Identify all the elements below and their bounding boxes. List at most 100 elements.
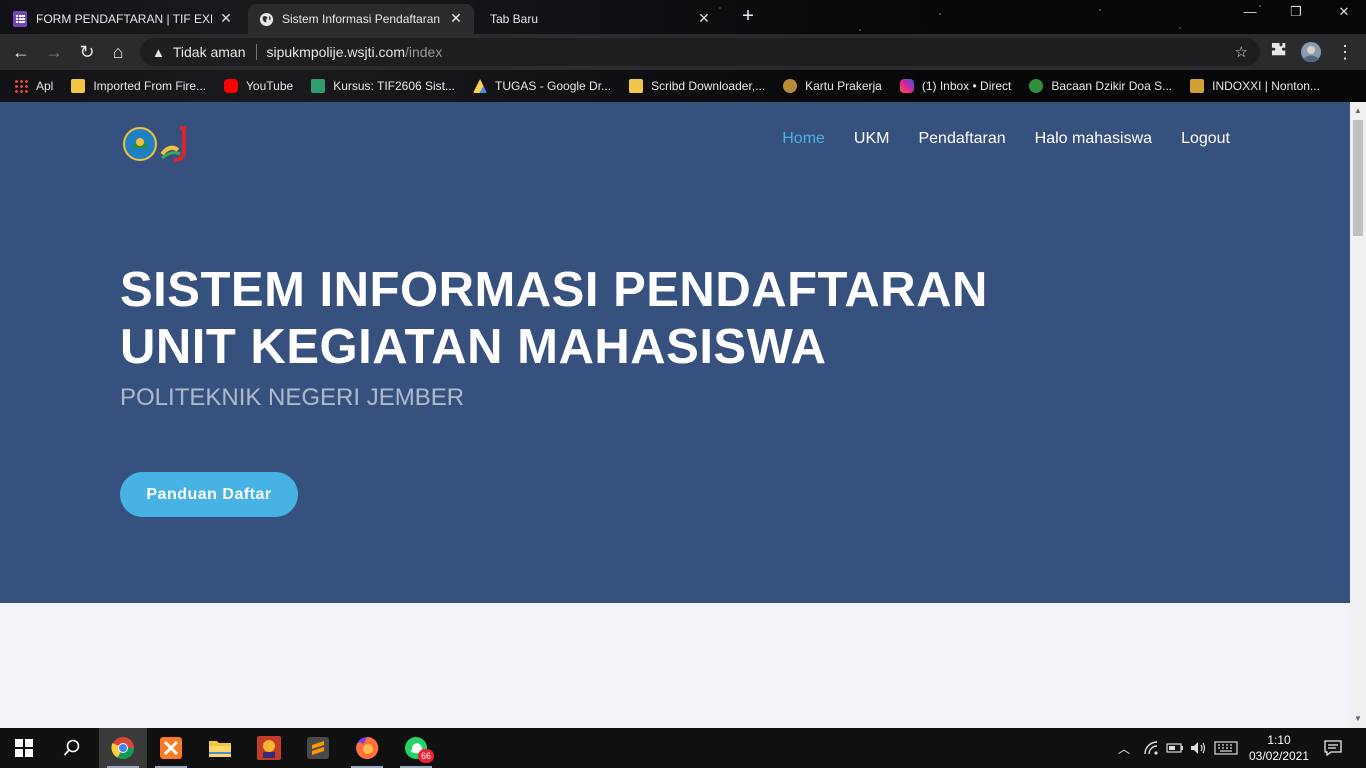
bookmark-label: Scribd Downloader,... bbox=[651, 79, 766, 93]
windows-start-icon[interactable] bbox=[0, 728, 48, 768]
file-explorer-icon[interactable] bbox=[196, 728, 244, 768]
close-icon[interactable]: ✕ bbox=[696, 10, 712, 26]
bookmark-label: Kursus: TIF2606 Sist... bbox=[333, 79, 456, 93]
firefox-icon[interactable] bbox=[343, 728, 391, 768]
bookmarks-bar: Apl Imported From Fire... YouTube Kursus… bbox=[0, 70, 1366, 102]
bookmark-instagram[interactable]: (1) Inbox • Direct bbox=[899, 79, 1012, 93]
apps-grid-icon bbox=[14, 79, 28, 93]
dzikir-icon bbox=[1029, 79, 1044, 93]
url-path: /index bbox=[404, 44, 443, 60]
clock-time: 1:10 bbox=[1267, 733, 1291, 747]
keyboard-icon[interactable] bbox=[1214, 728, 1238, 768]
bookmark-prakerja[interactable]: Kartu Prakerja bbox=[783, 79, 882, 93]
tab-form-pendaftaran[interactable]: FORM PENDAFTARAN | TIF EXHIE ✕ bbox=[12, 4, 244, 34]
bookmark-imported[interactable]: Imported From Fire... bbox=[71, 79, 206, 93]
page-scrollbar[interactable]: ▲ ▼ bbox=[1350, 102, 1366, 728]
search-icon[interactable] bbox=[48, 728, 96, 768]
hero-title-line-1: SISTEM INFORMASI PENDAFTARAN bbox=[120, 263, 988, 317]
google-drive-icon bbox=[473, 79, 488, 93]
security-status: Tidak aman bbox=[172, 44, 246, 60]
scroll-down-icon[interactable]: ▼ bbox=[1350, 712, 1366, 726]
garuda-icon bbox=[783, 79, 798, 93]
browser-chrome: FORM PENDAFTARAN | TIF EXHIE ✕ Sistem In… bbox=[0, 0, 1366, 102]
nav-pendaftaran[interactable]: Pendaftaran bbox=[918, 130, 1005, 148]
system-clock[interactable]: 1:10 03/02/2021 bbox=[1244, 732, 1314, 764]
bookmark-label: TUGAS - Google Dr... bbox=[495, 79, 612, 93]
bookmark-label: Bacaan Dzikir Doa S... bbox=[1051, 79, 1173, 93]
hero-subtitle: POLITEKNIK NEGERI JEMBER bbox=[120, 384, 465, 411]
whatsapp-icon[interactable]: 66 bbox=[392, 728, 440, 768]
bookmark-tugas[interactable]: TUGAS - Google Dr... bbox=[473, 79, 611, 93]
hero-title: SISTEM INFORMASI PENDAFTARAN UNIT KEGIAT… bbox=[120, 262, 1020, 376]
tab-title: Sistem Informasi Pendaftaran Un bbox=[282, 12, 444, 26]
divider bbox=[255, 44, 257, 60]
notification-badge: 66 bbox=[418, 749, 434, 763]
hero-section: Home UKM Pendaftaran Halo mahasiswa Logo… bbox=[0, 102, 1350, 603]
globe-icon bbox=[258, 11, 274, 27]
bookmark-label: Imported From Fire... bbox=[93, 79, 207, 93]
bookmark-scribd[interactable]: Scribd Downloader,... bbox=[629, 79, 765, 93]
web-page: Home UKM Pendaftaran Halo mahasiswa Logo… bbox=[0, 102, 1350, 728]
bookmark-apps[interactable]: Apl bbox=[14, 79, 53, 93]
bookmark-dzikir[interactable]: Bacaan Dzikir Doa S... bbox=[1029, 79, 1172, 93]
bookmark-label: Apl bbox=[36, 79, 54, 93]
minimize-icon[interactable]: — bbox=[1240, 4, 1260, 19]
profile-avatar[interactable] bbox=[1300, 41, 1322, 63]
chrome-icon[interactable] bbox=[99, 728, 147, 768]
close-window-icon[interactable]: ✕ bbox=[1334, 4, 1354, 20]
notifications-icon[interactable] bbox=[1324, 728, 1342, 768]
bookmark-label: (1) Inbox • Direct bbox=[921, 79, 1012, 93]
tab-title: Tab Baru bbox=[490, 12, 539, 26]
nav-logout[interactable]: Logout bbox=[1181, 130, 1230, 148]
indoxxi-icon bbox=[1190, 79, 1205, 93]
windows-taskbar: 66 ︿ 1:10 03/02/2021 bbox=[0, 728, 1366, 768]
tab-sistem-informasi[interactable]: Sistem Informasi Pendaftaran Un ✕ bbox=[248, 4, 474, 34]
course-icon bbox=[311, 79, 326, 93]
folder-icon bbox=[71, 79, 86, 93]
new-tab-button[interactable]: + bbox=[738, 6, 758, 26]
network-icon[interactable] bbox=[1144, 728, 1160, 768]
reload-icon[interactable]: ↻ bbox=[76, 41, 98, 63]
tab-strip: FORM PENDAFTARAN | TIF EXHIE ✕ Sistem In… bbox=[0, 0, 1366, 34]
back-icon[interactable]: ← bbox=[10, 41, 32, 63]
tab-tab-baru[interactable]: Tab Baru ✕ bbox=[490, 4, 722, 34]
restore-icon[interactable]: ❐ bbox=[1286, 4, 1306, 20]
home-icon[interactable]: ⌂ bbox=[107, 41, 129, 63]
hero-title-line-2: UNIT KEGIATAN MAHASISWA bbox=[120, 320, 827, 374]
nav-home[interactable]: Home bbox=[782, 130, 825, 148]
panduan-daftar-button[interactable]: Panduan Daftar bbox=[120, 472, 298, 517]
sublime-text-icon[interactable] bbox=[294, 728, 342, 768]
bookmark-kursus[interactable]: Kursus: TIF2606 Sist... bbox=[311, 79, 455, 93]
bookmark-label: Kartu Prakerja bbox=[805, 79, 882, 93]
show-hidden-icons-icon[interactable]: ︿ bbox=[1118, 728, 1130, 768]
close-icon[interactable]: ✕ bbox=[218, 10, 234, 26]
menu-icon[interactable]: ⋮ bbox=[1334, 41, 1356, 63]
nav-ukm[interactable]: UKM bbox=[854, 130, 890, 148]
site-logo[interactable] bbox=[122, 124, 192, 162]
extensions-icon[interactable] bbox=[1268, 41, 1290, 63]
volume-icon[interactable] bbox=[1190, 728, 1206, 768]
browser-toolbar: ← → ↻ ⌂ ▲ Tidak aman sipukmpolije.wsjti.… bbox=[0, 34, 1366, 70]
instagram-icon bbox=[899, 79, 914, 93]
nav-halo-mahasiswa[interactable]: Halo mahasiswa bbox=[1035, 130, 1152, 148]
tab-title: FORM PENDAFTARAN | TIF EXHIE bbox=[36, 12, 212, 26]
xampp-icon[interactable] bbox=[147, 728, 195, 768]
forward-icon[interactable]: → bbox=[43, 41, 65, 63]
bookmark-indoxxi[interactable]: INDOXXI | Nonton... bbox=[1190, 79, 1320, 93]
warning-icon: ▲ bbox=[152, 44, 165, 60]
bookmark-youtube[interactable]: YouTube bbox=[224, 79, 293, 93]
scroll-up-icon[interactable]: ▲ bbox=[1350, 104, 1366, 118]
battery-icon[interactable] bbox=[1166, 728, 1184, 768]
scribd-icon bbox=[629, 79, 644, 93]
game-icon[interactable] bbox=[245, 728, 293, 768]
bookmark-label: YouTube bbox=[246, 79, 294, 93]
bookmark-star-icon[interactable]: ☆ bbox=[1235, 43, 1248, 61]
main-nav: Home UKM Pendaftaran Halo mahasiswa Logo… bbox=[753, 130, 1230, 148]
scrollbar-thumb[interactable] bbox=[1353, 120, 1363, 236]
bookmark-label: INDOXXI | Nonton... bbox=[1212, 79, 1320, 93]
url-host: sipukmpolije.wsjti.com bbox=[266, 44, 405, 60]
youtube-icon bbox=[224, 79, 239, 93]
google-forms-icon bbox=[12, 11, 28, 27]
close-icon[interactable]: ✕ bbox=[448, 10, 464, 26]
address-bar[interactable]: ▲ Tidak aman sipukmpolije.wsjti.com/inde… bbox=[140, 38, 1260, 66]
